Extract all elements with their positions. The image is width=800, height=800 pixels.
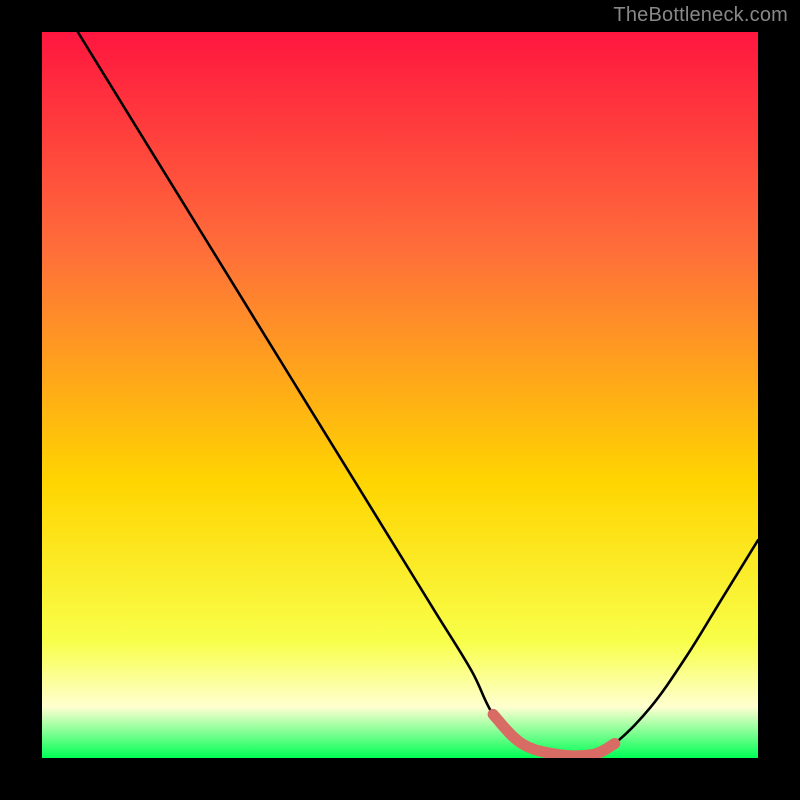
watermark-text: TheBottleneck.com bbox=[613, 4, 788, 27]
chart-svg bbox=[42, 32, 758, 758]
chart-frame: TheBottleneck.com bbox=[0, 0, 800, 800]
chart-background-gradient bbox=[42, 32, 758, 758]
chart-plot-area bbox=[42, 32, 758, 758]
